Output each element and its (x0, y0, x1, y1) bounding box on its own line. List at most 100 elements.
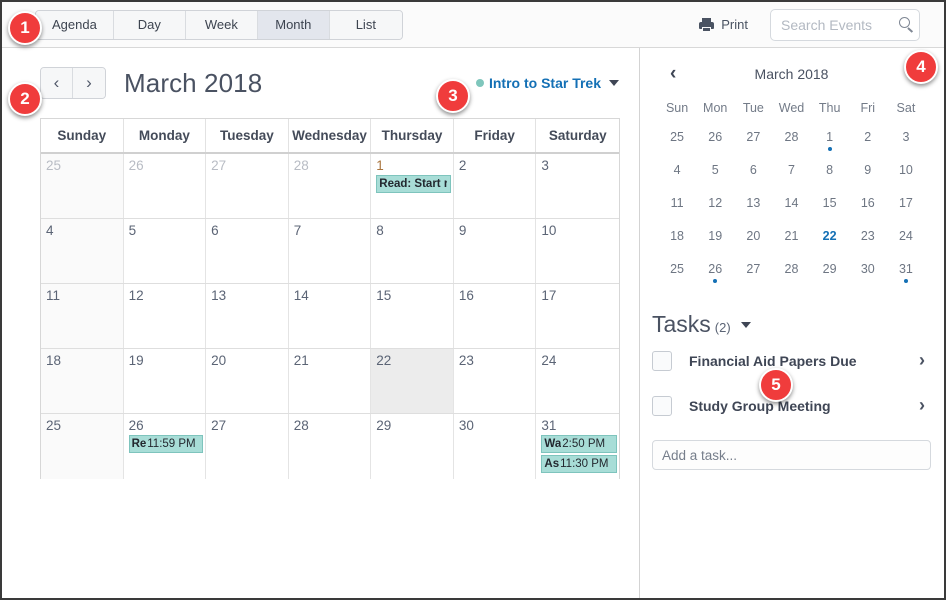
day-cell[interactable]: 27 (206, 414, 289, 479)
task-checkbox[interactable] (652, 350, 672, 371)
day-cell[interactable]: 11 (41, 284, 124, 348)
chevron-right-icon[interactable]: › (919, 350, 931, 371)
mini-day-cell[interactable]: 20 (734, 227, 772, 260)
mini-day-cell[interactable]: 19 (696, 227, 734, 260)
mini-day-cell[interactable]: 28 (772, 260, 810, 293)
day-cell[interactable]: 17 (536, 284, 619, 348)
mini-day-cell[interactable]: 17 (887, 194, 925, 227)
mini-day-cell[interactable]: 26 (696, 128, 734, 161)
view-tab-agenda[interactable]: Agenda (36, 10, 114, 39)
view-tab-month[interactable]: Month (257, 10, 330, 39)
mini-day-cell[interactable]: 2 (849, 128, 887, 161)
task-label: Financial Aid Papers Due (689, 352, 857, 369)
day-cell[interactable]: 13 (206, 284, 289, 348)
day-cell[interactable]: 23 (454, 349, 537, 413)
chevron-right-icon[interactable]: › (919, 395, 931, 416)
mini-day-cell[interactable]: 22 (811, 227, 849, 260)
print-button[interactable]: Print (699, 17, 748, 32)
add-task-input[interactable] (662, 447, 921, 463)
day-cell[interactable]: 9 (454, 219, 537, 283)
task-checkbox[interactable] (652, 395, 672, 416)
mini-day-cell[interactable]: 24 (887, 227, 925, 260)
search-input[interactable] (781, 16, 899, 33)
calendar-event[interactable]: Wa 2:50 PM (541, 435, 617, 453)
day-cell[interactable]: 31 Wa 2:50 PM As 11:30 PM (536, 414, 619, 479)
day-cell[interactable]: 6 (206, 219, 289, 283)
mini-day-cell[interactable]: 23 (849, 227, 887, 260)
day-cell[interactable]: 28 (289, 154, 372, 218)
mini-day-cell[interactable]: 30 (849, 260, 887, 293)
day-cell[interactable]: 7 (289, 219, 372, 283)
view-tab-day[interactable]: Day (113, 10, 186, 39)
day-cell[interactable]: 10 (536, 219, 619, 283)
mini-day-cell[interactable]: 14 (772, 194, 810, 227)
mini-day-cell[interactable]: 16 (849, 194, 887, 227)
day-cell[interactable]: 19 (124, 349, 207, 413)
day-cell[interactable]: 25 (41, 154, 124, 218)
search-icon[interactable] (899, 16, 915, 33)
task-row[interactable]: Financial Aid Papers Due › (640, 338, 943, 383)
calendar-event[interactable]: As 11:30 PM (541, 455, 617, 473)
day-cell[interactable]: 4 (41, 219, 124, 283)
day-cell[interactable]: 30 (454, 414, 537, 479)
day-cell[interactable]: 26 (124, 154, 207, 218)
day-cell[interactable]: 8 (371, 219, 454, 283)
day-cell[interactable]: 26 Re 11:59 PM (124, 414, 207, 479)
day-cell[interactable]: 27 (206, 154, 289, 218)
day-cell[interactable]: 1 Read: Start r (371, 154, 454, 218)
day-cell[interactable]: 12 (124, 284, 207, 348)
chevron-down-icon[interactable] (609, 80, 619, 86)
day-cell[interactable]: 22 (371, 349, 454, 413)
day-cell[interactable]: 24 (536, 349, 619, 413)
calendar-prev-button[interactable]: ‹ (41, 68, 73, 98)
mini-day-cell[interactable]: 27 (734, 260, 772, 293)
day-cell[interactable]: 5 (124, 219, 207, 283)
mini-day-cell[interactable]: 21 (772, 227, 810, 260)
mini-day-cell[interactable]: 18 (658, 227, 696, 260)
day-cell[interactable]: 21 (289, 349, 372, 413)
day-cell[interactable]: 16 (454, 284, 537, 348)
calendar-next-button[interactable]: › (73, 68, 105, 98)
mini-day-cell[interactable]: 6 (734, 161, 772, 194)
mini-day-cell[interactable]: 9 (849, 161, 887, 194)
weekday-header-sunday: Sunday (41, 119, 124, 152)
mini-day-cell[interactable]: 25 (658, 128, 696, 161)
mini-day-cell[interactable]: 12 (696, 194, 734, 227)
day-cell[interactable]: 28 (289, 414, 372, 479)
mini-day-number: 23 (860, 229, 875, 243)
day-cell[interactable]: 3 (536, 154, 619, 218)
add-task-box[interactable] (652, 440, 931, 470)
mini-prev-button[interactable]: ‹ (666, 64, 680, 83)
mini-day-cell[interactable]: 26 (696, 260, 734, 293)
day-cell[interactable]: 15 (371, 284, 454, 348)
day-cell[interactable]: 2 (454, 154, 537, 218)
mini-day-cell[interactable]: 8 (811, 161, 849, 194)
mini-day-cell[interactable]: 29 (811, 260, 849, 293)
day-cell[interactable]: 14 (289, 284, 372, 348)
calendar-event[interactable]: Re 11:59 PM (128, 435, 204, 453)
calendar-event[interactable]: Read: Start r (376, 175, 451, 193)
chevron-down-icon[interactable] (740, 321, 751, 328)
mini-day-cell[interactable]: 10 (887, 161, 925, 194)
calendar-title: March 2018 (124, 67, 263, 98)
mini-day-cell[interactable]: 7 (772, 161, 810, 194)
view-tab-list[interactable]: List (329, 10, 402, 39)
course-filter-dropdown[interactable]: Intro to Star Trek (475, 75, 619, 91)
mini-day-cell[interactable]: 11 (658, 194, 696, 227)
mini-day-cell[interactable]: 28 (772, 128, 810, 161)
day-cell[interactable]: 25 (41, 414, 124, 479)
view-tab-week[interactable]: Week (185, 10, 258, 39)
day-cell[interactable]: 18 (41, 349, 124, 413)
day-cell[interactable]: 20 (206, 349, 289, 413)
mini-day-cell[interactable]: 25 (658, 260, 696, 293)
mini-day-cell[interactable]: 27 (734, 128, 772, 161)
mini-day-cell[interactable]: 15 (811, 194, 849, 227)
mini-day-cell[interactable]: 31 (887, 260, 925, 293)
mini-day-cell[interactable]: 5 (696, 161, 734, 194)
search-events-box[interactable] (770, 8, 920, 41)
mini-day-cell[interactable]: 4 (658, 161, 696, 194)
mini-day-cell[interactable]: 1 (811, 128, 849, 161)
mini-day-cell[interactable]: 13 (734, 194, 772, 227)
mini-day-cell[interactable]: 3 (887, 128, 925, 161)
day-cell[interactable]: 29 (371, 414, 454, 479)
